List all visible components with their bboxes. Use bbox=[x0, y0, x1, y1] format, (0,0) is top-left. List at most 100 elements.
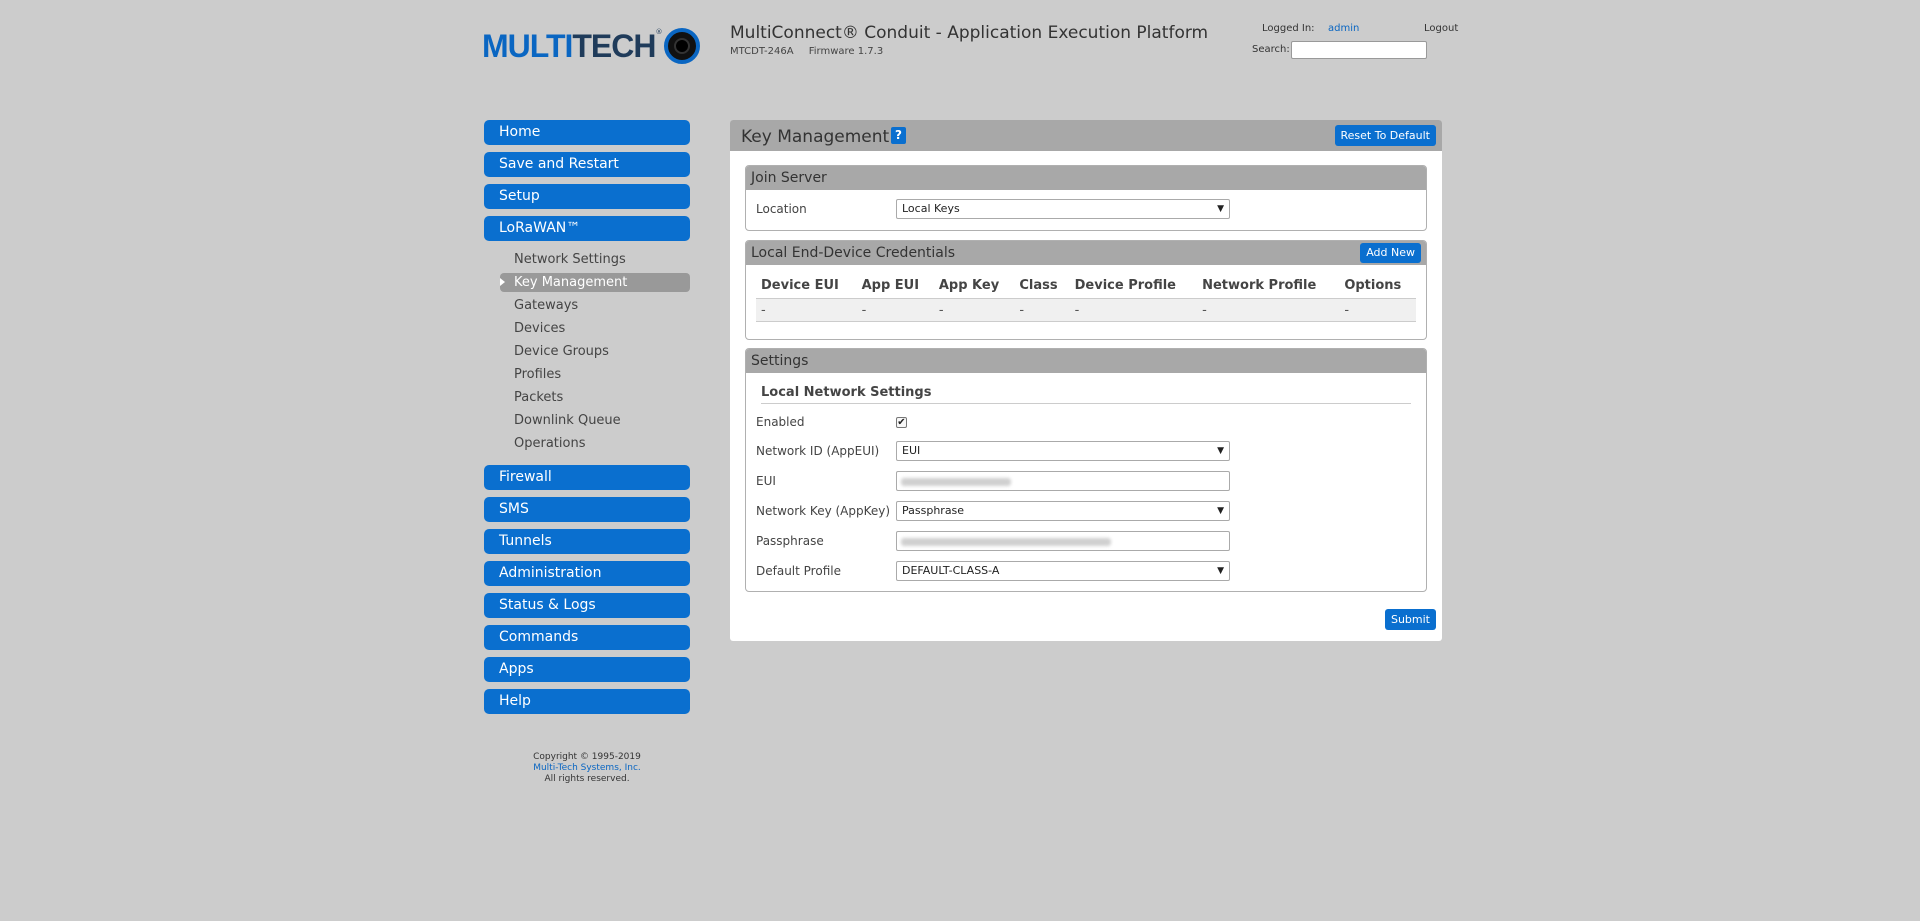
location-select[interactable]: Local Keys ▼ bbox=[896, 199, 1230, 219]
passphrase-label: Passphrase bbox=[756, 534, 824, 548]
join-server-title: Join Server bbox=[751, 170, 827, 186]
logo-trademark: ® bbox=[655, 28, 663, 36]
passphrase-row: Passphrase bbox=[756, 530, 1230, 552]
lorawan-submenu: Network Settings Key Management Gateways… bbox=[484, 248, 690, 455]
dropdown-arrow-icon: ▼ bbox=[1217, 566, 1224, 576]
table-cell: - bbox=[756, 298, 857, 322]
logo-wordmark: MULTITECH bbox=[482, 28, 656, 64]
sidebar-item-downlink-queue[interactable]: Downlink Queue bbox=[484, 409, 690, 432]
col-app-eui[interactable]: App EUI bbox=[856, 273, 934, 299]
network-key-select[interactable]: Passphrase ▼ bbox=[896, 501, 1230, 521]
sidebar-item-device-groups[interactable]: Device Groups bbox=[484, 340, 690, 363]
network-id-select[interactable]: EUI ▼ bbox=[896, 441, 1230, 461]
page-wrapper: MULTITECH ® MultiConnect® Conduit - Appli… bbox=[482, 0, 1458, 921]
sidebar-item-devices[interactable]: Devices bbox=[484, 317, 690, 340]
app-title: MultiConnect® Conduit - Application Exec… bbox=[730, 23, 1209, 43]
firmware-version: Firmware 1.7.3 bbox=[808, 46, 884, 57]
redacted-value bbox=[901, 538, 1111, 546]
rights-line: All rights reserved. bbox=[544, 774, 630, 784]
dropdown-arrow-icon: ▼ bbox=[1217, 446, 1224, 456]
copyright: Copyright © 1995-2019 Multi-Tech Systems… bbox=[482, 752, 692, 785]
location-row: Location Local Keys ▼ bbox=[756, 198, 1230, 220]
nav-lorawan[interactable]: LoRaWAN™ bbox=[484, 216, 690, 241]
col-network-profile[interactable]: Network Profile bbox=[1197, 273, 1340, 299]
sidebar-item-operations[interactable]: Operations bbox=[484, 432, 690, 455]
submit-button[interactable]: Submit bbox=[1384, 609, 1436, 630]
help-icon[interactable]: ? bbox=[891, 127, 906, 144]
eui-row: EUI bbox=[756, 470, 1230, 492]
col-device-profile[interactable]: Device Profile bbox=[1069, 273, 1198, 299]
sidebar-item-network-settings[interactable]: Network Settings bbox=[484, 248, 690, 271]
dropdown-arrow-icon: ▼ bbox=[1217, 506, 1224, 516]
credentials-section: Local End-Device Credentials Add New Dev… bbox=[745, 240, 1427, 340]
table-cell: - bbox=[1197, 298, 1340, 322]
nav-status-and-logs[interactable]: Status & Logs bbox=[484, 593, 690, 618]
eui-label: EUI bbox=[756, 474, 776, 488]
table-header-row: Device EUI App EUI App Key Class Device … bbox=[756, 273, 1416, 299]
col-options: Options bbox=[1339, 273, 1416, 299]
device-info: MTCDT-246A Firmware 1.7.3 bbox=[730, 46, 895, 57]
settings-title: Settings bbox=[751, 353, 809, 369]
credentials-table: Device EUI App EUI App Key Class Device … bbox=[756, 273, 1416, 322]
nav-sms[interactable]: SMS bbox=[484, 497, 690, 522]
add-new-button[interactable]: Add New bbox=[1360, 243, 1421, 263]
table-cell: - bbox=[1339, 298, 1416, 322]
page-title: Key Management bbox=[741, 127, 890, 147]
network-key-value: Passphrase bbox=[902, 504, 965, 517]
credentials-title: Local End-Device Credentials bbox=[751, 245, 956, 261]
network-id-value: EUI bbox=[902, 444, 921, 457]
sidebar-item-gateways[interactable]: Gateways bbox=[484, 294, 690, 317]
default-profile-select[interactable]: DEFAULT-CLASS-A ▼ bbox=[896, 561, 1230, 581]
table-row: - - - - - - - bbox=[756, 298, 1416, 322]
nav-tunnels[interactable]: Tunnels bbox=[484, 529, 690, 554]
join-server-header: Join Server bbox=[746, 166, 1426, 190]
logo-circle-icon bbox=[664, 28, 701, 64]
nav-help[interactable]: Help bbox=[484, 689, 690, 714]
table-cell: - bbox=[1069, 298, 1198, 322]
location-select-value: Local Keys bbox=[902, 202, 960, 215]
default-profile-row: Default Profile DEFAULT-CLASS-A ▼ bbox=[756, 560, 1230, 582]
nav-home[interactable]: Home bbox=[484, 120, 690, 145]
dropdown-arrow-icon: ▼ bbox=[1217, 204, 1224, 214]
settings-section: Settings Local Network Settings Enabled … bbox=[745, 348, 1427, 592]
network-id-label: Network ID (AppEUI) bbox=[756, 444, 880, 458]
nav-apps[interactable]: Apps bbox=[484, 657, 690, 682]
join-server-section: Join Server Location Local Keys ▼ bbox=[745, 165, 1427, 231]
panel-header: Key Management ? Reset To Default bbox=[730, 120, 1442, 151]
local-network-settings-heading: Local Network Settings bbox=[761, 385, 1411, 404]
sidebar-item-profiles[interactable]: Profiles bbox=[484, 363, 690, 386]
logged-in-user-link[interactable]: admin bbox=[1328, 23, 1359, 34]
col-class[interactable]: Class bbox=[1014, 273, 1070, 299]
nav-setup[interactable]: Setup bbox=[484, 184, 690, 209]
enabled-checkbox[interactable]: ✔ bbox=[896, 416, 907, 428]
nav-firewall[interactable]: Firewall bbox=[484, 465, 690, 490]
network-key-label: Network Key (AppKey) bbox=[756, 504, 891, 518]
reset-to-default-button[interactable]: Reset To Default bbox=[1334, 125, 1436, 146]
nav-commands[interactable]: Commands bbox=[484, 625, 690, 650]
table-cell: - bbox=[1014, 298, 1070, 322]
sidebar-item-packets[interactable]: Packets bbox=[484, 386, 690, 409]
search-input[interactable] bbox=[1291, 41, 1427, 59]
table-cell: - bbox=[933, 298, 1015, 322]
col-device-eui[interactable]: Device EUI bbox=[756, 273, 857, 299]
device-model: MTCDT-246A bbox=[730, 46, 794, 57]
copyright-line: Copyright © 1995-2019 bbox=[533, 752, 641, 762]
multitech-logo[interactable]: MULTITECH ® bbox=[482, 24, 701, 68]
col-app-key[interactable]: App Key bbox=[933, 273, 1015, 299]
network-key-row: Network Key (AppKey) Passphrase ▼ bbox=[756, 500, 1230, 522]
redacted-value bbox=[901, 478, 1011, 486]
logged-in-label: Logged In: bbox=[1262, 23, 1315, 34]
nav-save-and-restart[interactable]: Save and Restart bbox=[484, 152, 690, 177]
passphrase-input[interactable] bbox=[896, 531, 1230, 551]
logout-link[interactable]: Logout bbox=[1424, 23, 1458, 34]
eui-input[interactable] bbox=[896, 471, 1230, 491]
sidebar-item-key-management[interactable]: Key Management bbox=[500, 273, 690, 292]
nav-administration[interactable]: Administration bbox=[484, 561, 690, 586]
enabled-label: Enabled bbox=[756, 415, 805, 429]
company-link[interactable]: Multi-Tech Systems, Inc. bbox=[482, 763, 692, 774]
default-profile-value: DEFAULT-CLASS-A bbox=[902, 564, 1000, 577]
network-id-row: Network ID (AppEUI) EUI ▼ bbox=[756, 440, 1230, 462]
default-profile-label: Default Profile bbox=[756, 564, 841, 578]
search-label: Search: bbox=[1252, 44, 1290, 55]
table-cell: - bbox=[856, 298, 934, 322]
